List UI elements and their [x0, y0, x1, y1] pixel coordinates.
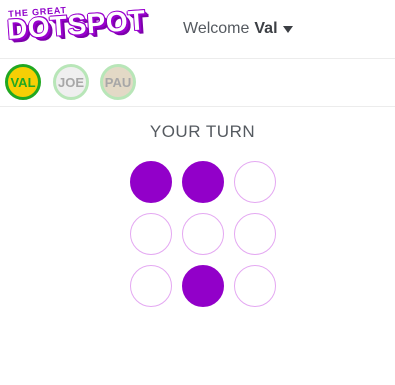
grid-dot-r3-c2[interactable] [182, 265, 224, 307]
player-avatar-joe[interactable]: JOE [53, 64, 89, 100]
grid-dot-r1-c3[interactable] [234, 161, 276, 203]
welcome-text: Welcome [183, 20, 250, 37]
user-menu[interactable]: Welcome Val [183, 20, 293, 38]
player-avatar-val[interactable]: VAL [5, 64, 41, 100]
turn-indicator: YOUR TURN [149, 122, 256, 141]
caret-down-icon [282, 25, 293, 33]
grid-dot-r3-c1[interactable] [130, 265, 172, 307]
dotspot-logo[interactable]: THE GREAT DOTSPOT [6, 4, 147, 49]
grid-dot-r2-c3[interactable] [234, 213, 276, 255]
player-bar: VAL JOE PAU [0, 59, 395, 107]
grid-dot-r1-c2[interactable] [182, 161, 224, 203]
username: Val [254, 20, 278, 37]
player-initials: VAL [10, 74, 36, 90]
player-initials: JOE [57, 74, 84, 90]
grid-dot-r3-c3[interactable] [234, 265, 276, 307]
player-avatar-pau[interactable]: PAU [100, 64, 136, 100]
grid-dot-r2-c2[interactable] [182, 213, 224, 255]
player-initials: PAU [104, 74, 132, 90]
grid-dot-r2-c1[interactable] [130, 213, 172, 255]
app-header: THE GREAT DOTSPOT Welcome Val [0, 0, 395, 59]
grid-dot-r1-c1[interactable] [130, 161, 172, 203]
